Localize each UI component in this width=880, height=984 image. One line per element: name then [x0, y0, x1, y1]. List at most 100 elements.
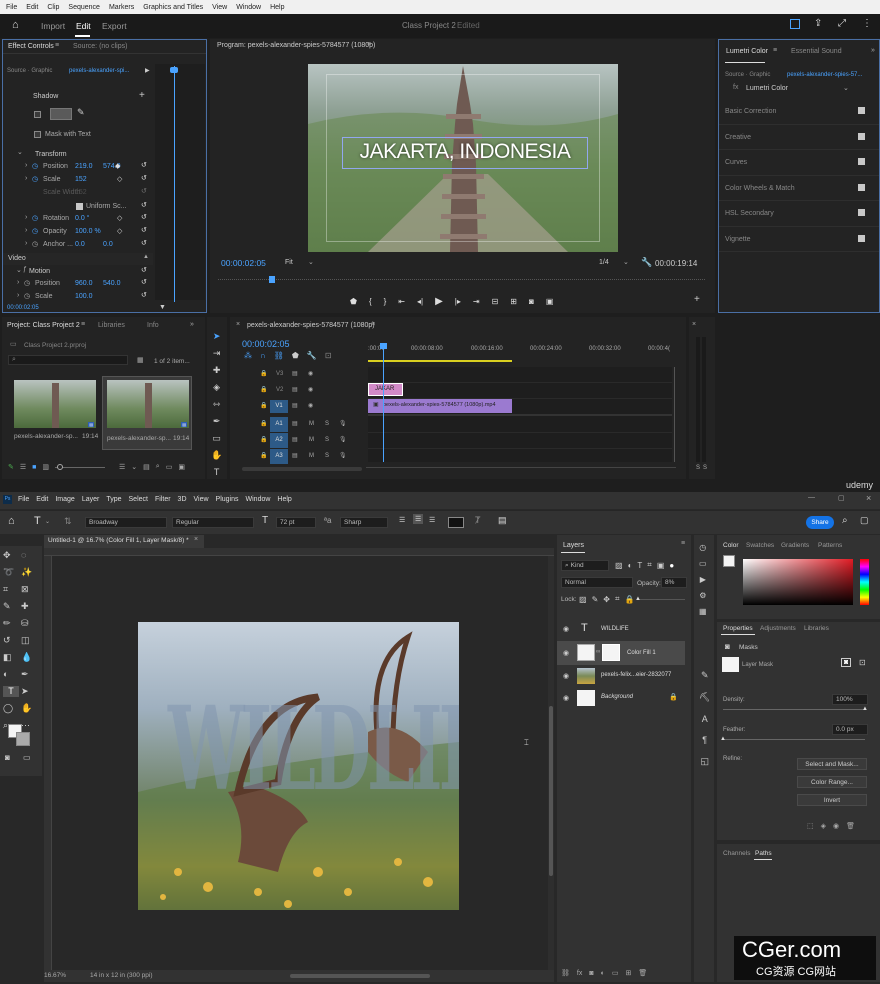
spot-heal-icon[interactable]: ✚ [21, 601, 37, 612]
blend-mode-select[interactable]: Normal [561, 577, 633, 588]
enable-checkbox[interactable] [858, 209, 865, 216]
ec-row-rotation[interactable]: › ◷ Rotation 0.0 ° ◇ ↺ [3, 214, 153, 226]
density-slider[interactable]: ▲ [723, 706, 868, 712]
new-bin-icon[interactable]: ▭ [166, 463, 173, 471]
share-icon[interactable]: ⇪ [814, 18, 822, 29]
mic-icon[interactable]: 🎙 [339, 420, 347, 427]
ps-menu-plugins[interactable]: Plugins [216, 496, 239, 503]
section-basic-correction[interactable]: Basic Correction [719, 99, 879, 125]
density-field[interactable]: 100% [832, 694, 868, 705]
delete-icon[interactable]: 🗑 [638, 969, 647, 977]
reset-icon[interactable]: ↺ [141, 278, 147, 286]
ec-playhead[interactable] [174, 66, 175, 302]
overflow-icon[interactable]: » [871, 47, 875, 54]
panel-menu-icon[interactable]: ≡ [681, 540, 685, 547]
graphic-clip[interactable]: JAKAR [368, 383, 403, 396]
hand-tool-icon[interactable]: ✋ [21, 703, 37, 714]
section-curves[interactable]: Curves [719, 150, 879, 176]
vector-mask-icon[interactable]: ⊡ [859, 658, 866, 667]
track-a2[interactable]: 🔒 A2 ▤ M S 🎙 [230, 433, 367, 448]
menu-graphics[interactable]: Graphics and Titles [143, 4, 203, 11]
new-item-icon[interactable]: ▣ [178, 463, 185, 471]
reset-icon[interactable]: ↺ [141, 213, 147, 221]
tab-import[interactable]: Import [41, 21, 65, 31]
marquee-tool-icon[interactable]: ◌ [21, 550, 37, 561]
track-a1[interactable]: 🔒 A1 ▤ M S 🎙 [230, 417, 367, 432]
fullscreen-icon[interactable]: ⤢ [838, 18, 846, 29]
group-icon[interactable]: ▭ [612, 969, 619, 977]
overlay-title-text[interactable]: JAKARTA, INDONESIA [342, 140, 588, 164]
mask-text-checkbox[interactable] [34, 131, 41, 138]
stopwatch-icon[interactable]: ◷ [32, 162, 38, 170]
lock-paint-icon[interactable]: ✎ [592, 595, 599, 604]
layer-color-fill[interactable]: ◉ ∞ Color Fill 1 [557, 641, 685, 665]
home-icon[interactable]: ⌂ [8, 515, 15, 527]
wildlife-text-layer[interactable]: WILDLIFE [168, 682, 459, 818]
filter-toggle-icon[interactable]: ● [669, 561, 674, 570]
track-v1[interactable]: 🔒 V1 ▤ ◉ [230, 399, 367, 414]
tab-color[interactable]: Color [723, 542, 739, 549]
align-left-icon[interactable]: ☰ [399, 516, 405, 524]
eye-icon[interactable]: ◉ [308, 386, 313, 393]
hue-slider[interactable] [860, 559, 869, 605]
pixel-mask-icon[interactable]: ◙ [841, 658, 852, 667]
overflow-icon[interactable]: » [190, 321, 194, 328]
ec-row-uniform[interactable]: Uniform Sc... ↺ [3, 201, 153, 213]
tab-project[interactable]: Project: Class Project 2 [7, 322, 80, 329]
character-panel-icon[interactable]: ▤ [498, 515, 507, 526]
ps-menu-window[interactable]: Window [246, 496, 271, 503]
add-icon[interactable]: + [139, 90, 145, 101]
keyframe-icon[interactable]: ◇ [117, 214, 122, 222]
enable-checkbox[interactable] [858, 234, 865, 242]
panel-menu-icon[interactable]: ≡ [371, 321, 375, 328]
add-marker-icon[interactable]: ⬟ [292, 351, 299, 360]
menu-view[interactable]: View [212, 4, 227, 11]
font-family-select[interactable]: Broadway [85, 517, 167, 528]
maximize-icon[interactable]: ▢ [838, 494, 845, 502]
eye-icon[interactable]: ◉ [308, 370, 313, 377]
close-icon[interactable]: × [692, 321, 696, 328]
move-tool-icon[interactable]: ✥ [3, 550, 19, 561]
stopwatch-icon[interactable]: ◷ [32, 214, 38, 222]
program-title[interactable]: Program: pexels-alexander-spies-5784577 … [217, 42, 375, 49]
add-button-icon[interactable]: + [694, 294, 700, 305]
shadow-color-swatch[interactable] [50, 108, 72, 120]
ps-menu-type[interactable]: Type [106, 496, 121, 503]
quick-mask-icon[interactable]: ◙ [5, 753, 10, 762]
pen-tool-icon[interactable]: ✒ [21, 669, 37, 680]
reset-icon[interactable]: ↺ [141, 291, 147, 299]
enable-checkbox[interactable] [858, 183, 865, 191]
ps-menu-select[interactable]: Select [129, 496, 148, 503]
quick-export-icon[interactable] [790, 19, 800, 29]
align-center-icon[interactable]: ☰ [413, 514, 424, 524]
menu-window[interactable]: Window [236, 4, 261, 11]
sync-icon[interactable]: ▤ [292, 386, 298, 393]
menu-help[interactable]: Help [270, 4, 284, 11]
reset-icon[interactable]: ↺ [141, 174, 147, 182]
icon-view-icon[interactable]: ■ [32, 464, 36, 471]
snap-icon[interactable]: ⁂ [244, 351, 252, 360]
rectangle-tool-icon[interactable]: ▭ [212, 433, 221, 444]
apply-mask-icon[interactable]: ◈ [821, 822, 826, 830]
effect-controls-tab[interactable]: Effect Controls [8, 43, 54, 50]
orientation-icon[interactable]: ⇅ [64, 516, 72, 527]
sequence-tab[interactable]: pexels-alexander-spies-5784577 (1080p) [247, 322, 375, 329]
fill-slider[interactable]: ▲ [635, 596, 685, 602]
timeline-ruler[interactable]: :00:00 00:00:08:00 00:00:16:00 00:00:24:… [368, 344, 678, 364]
sort-icon[interactable]: ☰ [119, 463, 125, 471]
path-select-icon[interactable]: ➤ [21, 686, 37, 697]
timeline-playhead[interactable] [383, 345, 384, 462]
actions-icon[interactable]: ▶ [700, 575, 706, 584]
hand-tool-icon[interactable]: ✋ [211, 450, 222, 461]
ec-row-motion-scale[interactable]: › ◷ Scale 100.0 ↺ [3, 292, 153, 304]
link-icon[interactable]: ∞ [596, 649, 600, 655]
layer-filter-select[interactable]: ⌕ Kind [561, 560, 609, 571]
section-hsl-secondary[interactable]: HSL Secondary [719, 201, 879, 227]
document-tab[interactable]: Untitled-1 @ 16.7% (Color Fill 1, Layer … [44, 535, 204, 548]
go-to-in-icon[interactable]: ⇤ [398, 297, 405, 306]
fit-dropdown[interactable]: Fit [285, 259, 293, 266]
load-selection-icon[interactable]: ⬚ [807, 822, 814, 830]
stopwatch-icon[interactable]: ◷ [24, 279, 30, 287]
fx-icon[interactable]: fx [577, 970, 582, 977]
fg-bg-mini[interactable] [723, 555, 735, 567]
